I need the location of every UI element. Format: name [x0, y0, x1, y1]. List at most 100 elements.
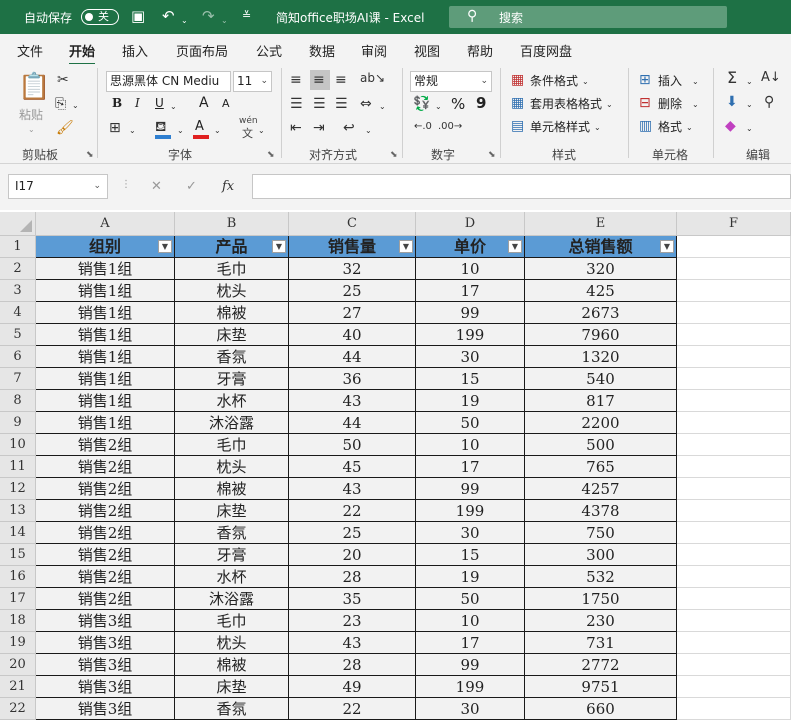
phonetic-char[interactable]: 文 — [242, 125, 253, 141]
underline-button[interactable]: U — [155, 96, 164, 110]
table-cell[interactable]: 毛巾 — [175, 610, 289, 632]
font-size-select[interactable]: 11 ⌄ — [233, 71, 272, 92]
row-header[interactable]: 4 — [0, 302, 36, 324]
table-cell[interactable]: 销售1组 — [36, 302, 175, 324]
row-header[interactable]: 6 — [0, 346, 36, 368]
tab-formulas[interactable]: 公式 — [256, 41, 282, 60]
filter-dropdown-icon[interactable]: ▼ — [660, 240, 674, 253]
table-header-cell[interactable]: 销售量 ▼ — [289, 236, 416, 258]
table-cell[interactable]: 750 — [525, 522, 677, 544]
row-header[interactable]: 22 — [0, 698, 36, 720]
tab-insert[interactable]: 插入 — [122, 41, 148, 60]
table-cell[interactable]: 床垫 — [175, 676, 289, 698]
cell-styles-button[interactable]: 单元格样式 — [530, 118, 590, 135]
table-cell[interactable]: 销售3组 — [36, 676, 175, 698]
table-cell[interactable]: 销售3组 — [36, 654, 175, 676]
number-launcher-icon[interactable]: ⬊ — [488, 150, 496, 160]
table-cell[interactable]: 43 — [289, 632, 416, 654]
table-cell[interactable]: 水杯 — [175, 566, 289, 588]
tab-page-layout[interactable]: 页面布局 — [176, 41, 228, 60]
customize-icon[interactable]: ≚ — [242, 7, 251, 25]
redo-dropdown-icon[interactable]: ⌄ — [221, 12, 228, 30]
table-cell[interactable]: 10 — [416, 434, 525, 456]
empty-cell[interactable] — [677, 324, 791, 346]
empty-cell[interactable] — [677, 544, 791, 566]
decrease-indent-icon[interactable]: ⇤ — [290, 120, 302, 136]
sort-filter-icon[interactable]: A↓ — [761, 70, 781, 86]
table-cell[interactable]: 731 — [525, 632, 677, 654]
table-cell[interactable]: 99 — [416, 478, 525, 500]
paste-icon[interactable]: 📋 — [18, 72, 50, 102]
italic-button[interactable]: I — [135, 96, 140, 110]
empty-cell[interactable] — [677, 522, 791, 544]
table-header-cell[interactable]: 产品 ▼ — [175, 236, 289, 258]
row-header[interactable]: 10 — [0, 434, 36, 456]
empty-cell[interactable] — [677, 236, 791, 258]
merge-dropdown-icon[interactable]: ⌄ — [379, 99, 386, 115]
table-cell[interactable]: 27 — [289, 302, 416, 324]
table-cell[interactable]: 25 — [289, 522, 416, 544]
decrease-decimal-icon[interactable]: .00→ — [438, 119, 462, 135]
table-cell[interactable]: 230 — [525, 610, 677, 632]
fill-icon[interactable]: ⬇ — [726, 94, 738, 110]
empty-cell[interactable] — [677, 434, 791, 456]
table-cell[interactable]: 50 — [289, 434, 416, 456]
table-cell[interactable]: 2772 — [525, 654, 677, 676]
table-cell[interactable]: 1750 — [525, 588, 677, 610]
fill-dropdown-icon[interactable]: ⌄ — [746, 97, 753, 113]
table-cell[interactable]: 199 — [416, 324, 525, 346]
empty-cell[interactable] — [677, 478, 791, 500]
row-header[interactable]: 16 — [0, 566, 36, 588]
row-header[interactable]: 18 — [0, 610, 36, 632]
align-left-icon[interactable]: ☰ — [290, 96, 303, 112]
table-cell[interactable]: 17 — [416, 456, 525, 478]
table-cell[interactable]: 10 — [416, 610, 525, 632]
tab-help[interactable]: 帮助 — [467, 41, 493, 60]
table-cell[interactable]: 19 — [416, 390, 525, 412]
table-cell[interactable]: 43 — [289, 390, 416, 412]
currency-dropdown-icon[interactable]: ⌄ — [435, 99, 442, 115]
table-cell[interactable]: 销售2组 — [36, 500, 175, 522]
table-cell[interactable]: 44 — [289, 412, 416, 434]
increase-indent-icon[interactable]: ⇥ — [313, 120, 325, 136]
table-cell[interactable]: 45 — [289, 456, 416, 478]
table-cell[interactable]: 枕头 — [175, 632, 289, 654]
conditional-format-button[interactable]: 条件格式 — [530, 72, 578, 89]
table-cell[interactable]: 枕头 — [175, 280, 289, 302]
table-cell[interactable]: 牙膏 — [175, 544, 289, 566]
percent-button[interactable]: % — [451, 95, 465, 113]
clear-dropdown-icon[interactable]: ⌄ — [746, 121, 753, 137]
table-cell[interactable]: 50 — [416, 588, 525, 610]
tab-review[interactable]: 审阅 — [361, 41, 387, 60]
table-cell[interactable]: 销售2组 — [36, 478, 175, 500]
table-cell[interactable]: 17 — [416, 280, 525, 302]
empty-cell[interactable] — [677, 654, 791, 676]
table-cell[interactable]: 300 — [525, 544, 677, 566]
clear-icon[interactable]: ◆ — [725, 118, 736, 134]
comma-style-button[interactable]: 9 — [476, 94, 486, 112]
table-cell[interactable]: 25 — [289, 280, 416, 302]
save-icon[interactable]: ▣ — [131, 7, 145, 25]
paste-label[interactable]: 粘贴 — [19, 106, 43, 123]
row-header[interactable]: 14 — [0, 522, 36, 544]
empty-cell[interactable] — [677, 368, 791, 390]
wrap-dropdown-icon[interactable]: ⌄ — [365, 123, 372, 139]
table-cell[interactable]: 43 — [289, 478, 416, 500]
table-cell[interactable]: 49 — [289, 676, 416, 698]
row-header[interactable]: 1 — [0, 236, 36, 258]
empty-cell[interactable] — [677, 280, 791, 302]
table-cell[interactable]: 35 — [289, 588, 416, 610]
autosave-toggle[interactable]: 关 — [81, 9, 119, 25]
table-cell[interactable]: 枕头 — [175, 456, 289, 478]
table-cell[interactable]: 2673 — [525, 302, 677, 324]
table-cell[interactable]: 销售2组 — [36, 566, 175, 588]
table-cell[interactable]: 销售3组 — [36, 698, 175, 720]
table-cell[interactable]: 销售2组 — [36, 522, 175, 544]
empty-cell[interactable] — [677, 588, 791, 610]
align-bottom-icon[interactable]: ≡ — [335, 72, 347, 88]
copy-icon[interactable]: ⎘ — [55, 96, 66, 112]
align-center-icon[interactable]: ☰ — [313, 96, 326, 112]
cut-icon[interactable]: ✂ — [57, 72, 69, 88]
undo-dropdown-icon[interactable]: ⌄ — [181, 12, 188, 30]
empty-cell[interactable] — [677, 456, 791, 478]
